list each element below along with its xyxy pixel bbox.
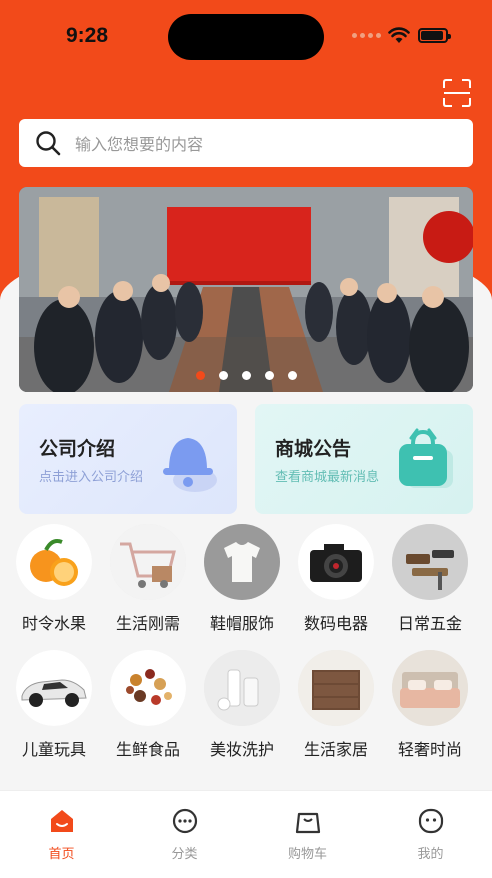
banner-carousel[interactable] [19, 187, 473, 392]
company-intro-title: 公司介绍 [39, 438, 116, 460]
scan-icon[interactable] [442, 78, 472, 108]
category-label: 数码电器 [303, 614, 368, 633]
tab-home[interactable]: 首页 [0, 791, 123, 878]
category-item[interactable]: 儿童玩具 [7, 650, 101, 760]
cabinet-icon [298, 650, 374, 726]
home-icon [48, 807, 76, 835]
bell-icon [163, 438, 217, 492]
category-label: 日常五金 [397, 614, 462, 633]
category-label: 生鲜食品 [115, 740, 180, 759]
category-item[interactable]: 美妆洗护 [195, 650, 289, 760]
category-label: 鞋帽服饰 [209, 614, 274, 633]
carousel-dot[interactable] [195, 371, 205, 380]
search-input[interactable]: 输入您想要的内容 [75, 131, 203, 155]
nuts-food-icon [110, 650, 186, 726]
status-time: 9:28 [66, 24, 109, 47]
toy-car-icon [16, 650, 92, 726]
category-icon [171, 807, 199, 835]
carousel-indicators[interactable] [19, 371, 473, 380]
carousel-dot[interactable] [241, 371, 251, 380]
search-bar[interactable]: 输入您想要的内容 [19, 119, 473, 167]
shopping-bag-icon [294, 807, 322, 835]
tab-cart[interactable]: 购物车 [246, 791, 369, 878]
category-item[interactable]: 生鲜食品 [101, 650, 195, 760]
category-item[interactable]: 生活刚需 [101, 524, 195, 634]
bag-icon [399, 428, 453, 488]
tab-label: 分类 [171, 847, 198, 862]
category-label: 生活刚需 [115, 614, 180, 633]
search-icon [36, 131, 61, 156]
cosmetics-icon [204, 650, 280, 726]
category-item[interactable]: 轻奢时尚 [383, 650, 477, 760]
category-label: 轻奢时尚 [397, 740, 462, 759]
tab-label: 购物车 [287, 847, 327, 862]
hardware-tools-icon [392, 524, 468, 600]
tab-label: 我的 [417, 847, 444, 862]
category-item[interactable]: 日常五金 [383, 524, 477, 634]
clothing-icon [204, 524, 280, 600]
status-bar: 9:28 [0, 0, 492, 70]
banner-image [19, 187, 473, 392]
mall-notice-subtitle: 查看商城最新消息 [275, 470, 380, 485]
category-label: 时令水果 [21, 614, 86, 633]
shopping-cart-icon [110, 524, 186, 600]
signal-icon [352, 33, 381, 38]
profile-icon [417, 807, 445, 835]
bed-icon [392, 650, 468, 726]
carousel-dot[interactable] [218, 371, 228, 380]
camera-icon [298, 524, 374, 600]
tab-label: 首页 [48, 847, 75, 862]
company-intro-subtitle: 点击进入公司介绍 [39, 470, 144, 485]
battery-icon [418, 28, 451, 43]
category-item[interactable]: 生活家居 [289, 650, 383, 760]
tab-mine[interactable]: 我的 [369, 791, 492, 878]
dynamic-island [168, 14, 324, 60]
carousel-dot[interactable] [264, 371, 274, 380]
category-item[interactable]: 时令水果 [7, 524, 101, 634]
mall-notice-card[interactable]: 商城公告 查看商城最新消息 [255, 404, 473, 514]
category-label: 美妆洗护 [209, 740, 274, 759]
category-label: 儿童玩具 [21, 740, 86, 759]
mall-notice-title: 商城公告 [275, 438, 352, 460]
category-item[interactable]: 鞋帽服饰 [195, 524, 289, 634]
category-label: 生活家居 [303, 740, 368, 759]
tab-bar: 首页 分类 购物车 我的 [0, 790, 492, 878]
wifi-icon [388, 27, 410, 43]
company-intro-card[interactable]: 公司介绍 点击进入公司介绍 [19, 404, 237, 514]
category-item[interactable]: 数码电器 [289, 524, 383, 634]
carousel-dot[interactable] [287, 371, 297, 380]
fruit-icon [16, 524, 92, 600]
tab-category[interactable]: 分类 [123, 791, 246, 878]
